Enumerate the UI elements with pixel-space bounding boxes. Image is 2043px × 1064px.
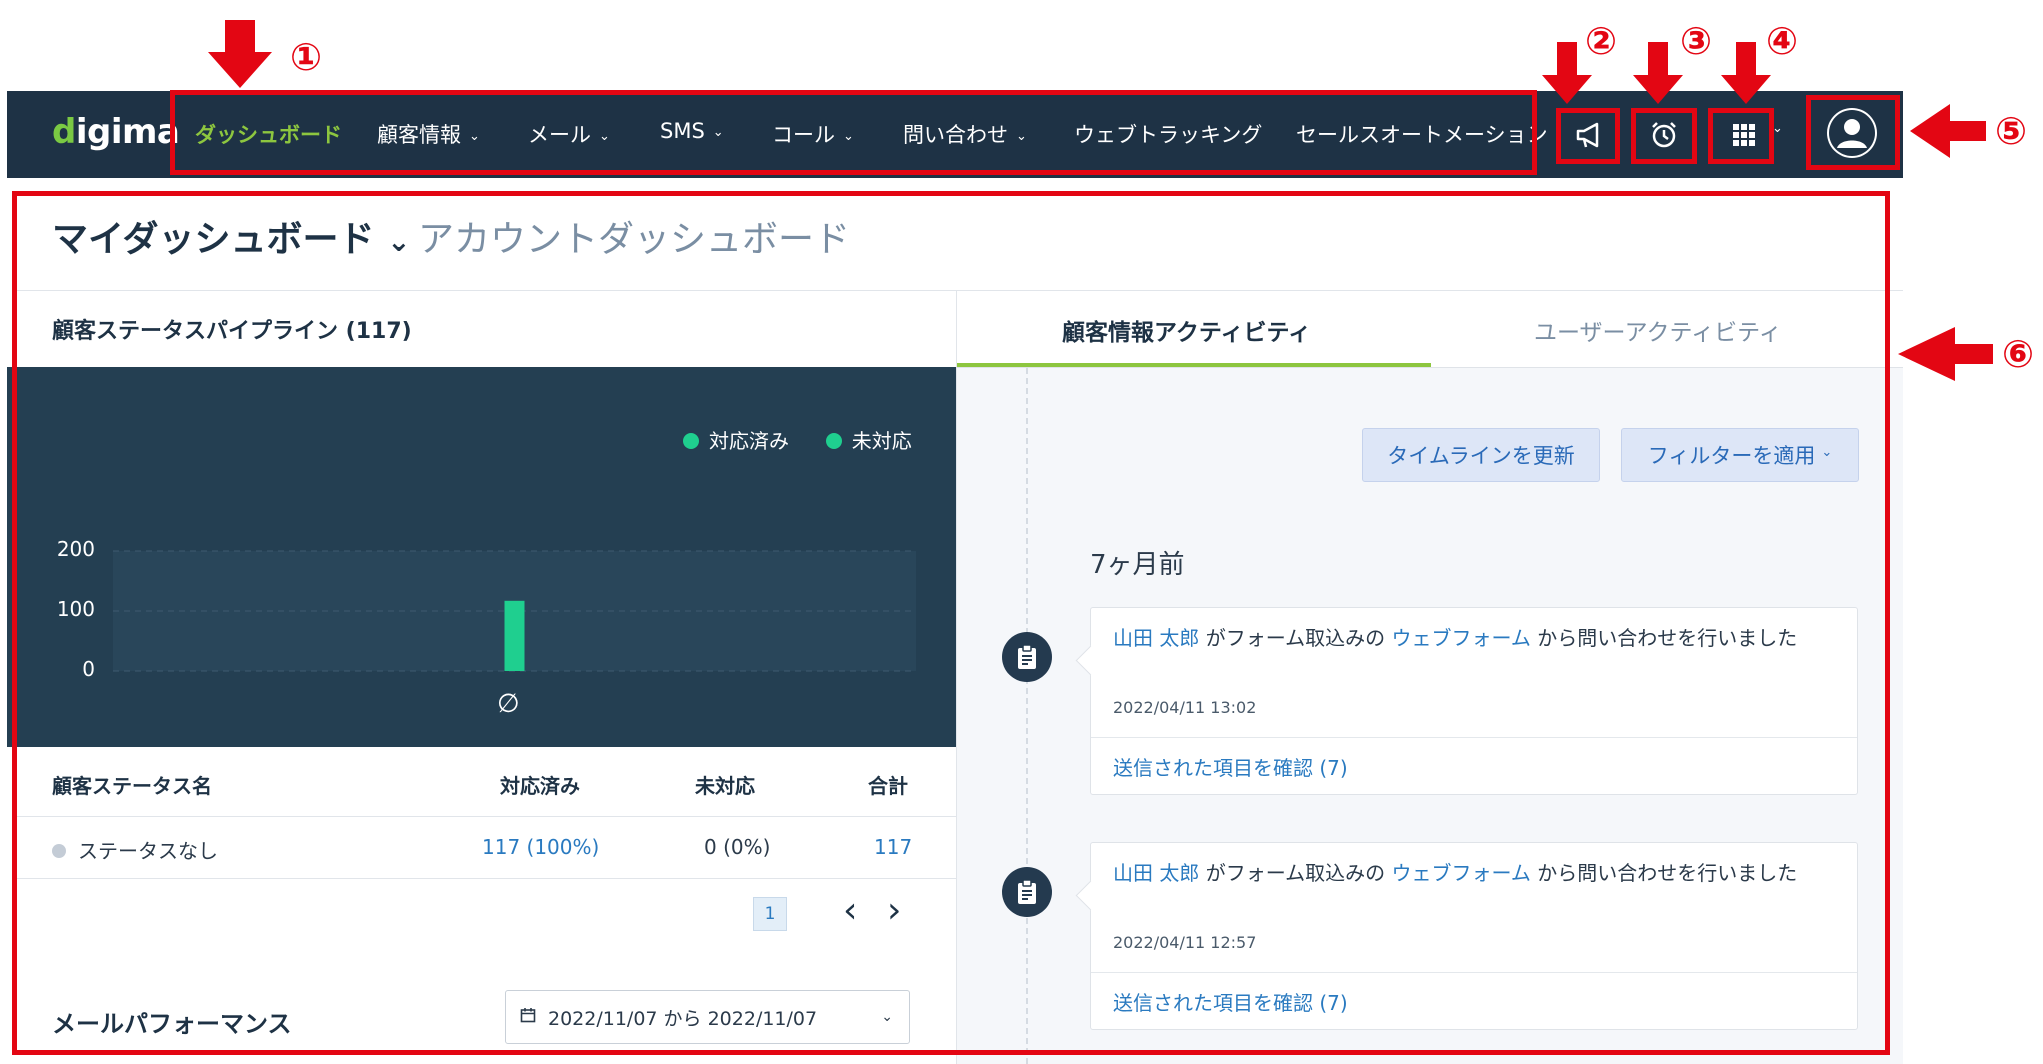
arrow-left-6 (1898, 327, 1993, 381)
arrow-down-3 (1633, 42, 1683, 104)
annotation-number-4: ④ (1766, 19, 1799, 63)
arrow-down-1 (208, 20, 272, 88)
annotation-number-6: ⑥ (2002, 332, 2035, 376)
annotation-number-3: ③ (1680, 19, 1713, 63)
annotation-arrows (208, 20, 1993, 381)
annotation-number-5: ⑤ (1995, 109, 2028, 153)
arrow-left-5 (1910, 104, 1986, 158)
annotation-number-1: ① (290, 35, 323, 79)
annotation-number-2: ② (1585, 19, 1618, 63)
arrow-down-4 (1721, 42, 1771, 104)
